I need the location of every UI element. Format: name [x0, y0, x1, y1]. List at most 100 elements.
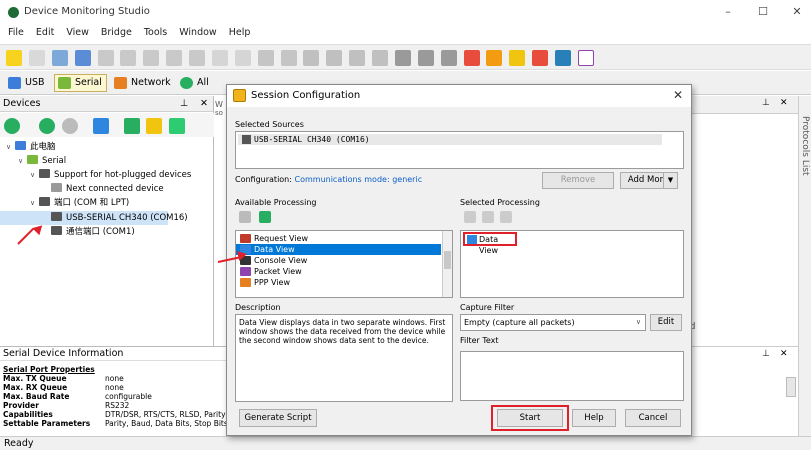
- tab-all[interactable]: All: [176, 74, 214, 92]
- device-add-icon[interactable]: [123, 118, 140, 134]
- processing-item[interactable]: Request View: [236, 233, 441, 244]
- maximize-button[interactable]: ☐: [752, 4, 774, 20]
- all-icon: [180, 77, 193, 89]
- processing-item[interactable]: Packet View: [236, 266, 441, 277]
- tab-serial[interactable]: Serial: [54, 74, 107, 92]
- tool-2-icon[interactable]: [280, 50, 297, 66]
- tree-item[interactable]: ∨ 此电脑: [0, 140, 56, 154]
- available-processing-list[interactable]: Request View Data View Console View Packet …: [235, 230, 453, 298]
- dialog-close-button[interactable]: ✕: [673, 88, 683, 102]
- tab-usb[interactable]: USB: [4, 74, 50, 92]
- add-device-icon[interactable]: [4, 118, 20, 134]
- copy-view-icon[interactable]: [211, 50, 228, 66]
- processing-item-icon: [240, 234, 251, 243]
- pin-icon[interactable]: ⊥: [180, 96, 188, 112]
- selected-sources-box: USB-SERIAL CH340 (COM16): [235, 131, 684, 169]
- capture-filter-select[interactable]: Empty (capture all packets) ∨: [460, 314, 646, 331]
- record-icon[interactable]: [394, 50, 411, 66]
- braces-icon[interactable]: [577, 50, 594, 66]
- copy-icon[interactable]: [120, 50, 137, 66]
- menu-edit[interactable]: Edit: [30, 24, 60, 42]
- tree-item[interactable]: ∨ Support for hot-plugged devices: [0, 168, 191, 182]
- configure-icon[interactable]: [239, 211, 251, 223]
- monitor-icon[interactable]: [532, 50, 549, 66]
- tree-item-label: Next connected device: [66, 184, 164, 194]
- print-icon[interactable]: [74, 50, 91, 66]
- open-file-icon[interactable]: [28, 50, 45, 66]
- view-2-icon[interactable]: [326, 50, 343, 66]
- paste-icon[interactable]: [143, 50, 160, 66]
- tree-item[interactable]: Next connected device: [0, 182, 164, 196]
- new-file-icon[interactable]: [6, 50, 22, 66]
- tool-icon[interactable]: [257, 50, 274, 66]
- settings-icon[interactable]: [464, 211, 476, 223]
- menu-file[interactable]: File: [2, 24, 30, 42]
- panel-close-icon[interactable]: ✕: [200, 96, 208, 112]
- help-button[interactable]: Help: [572, 409, 616, 427]
- add-more-dropdown-icon[interactable]: ▼: [663, 172, 678, 189]
- device-icon: [27, 155, 38, 164]
- right-pin-icon[interactable]: ⊥: [762, 98, 770, 108]
- tree-item[interactable]: USB-SERIAL CH340 (COM16): [0, 211, 188, 225]
- view-3-icon[interactable]: [349, 50, 366, 66]
- stop-icon[interactable]: [61, 118, 78, 134]
- edit-filter-button[interactable]: Edit: [650, 314, 682, 331]
- cut-icon[interactable]: [97, 50, 114, 66]
- view-4-icon[interactable]: [372, 50, 388, 66]
- expand-chevron-icon[interactable]: ∨: [30, 196, 39, 210]
- add-arrow-icon[interactable]: [259, 211, 271, 223]
- selected-processing-item[interactable]: Data View: [463, 232, 517, 255]
- menu-view[interactable]: View: [60, 24, 95, 42]
- configuration-link[interactable]: Communications mode: generic: [295, 175, 423, 184]
- filter-text-box[interactable]: [460, 351, 684, 401]
- menu-help[interactable]: Help: [223, 24, 257, 42]
- protocols-list-tab[interactable]: Protocols List: [798, 96, 811, 436]
- tree-item[interactable]: ∨ 端口 (COM 和 LPT): [0, 196, 129, 210]
- selected-source-item[interactable]: USB-SERIAL CH340 (COM16): [238, 134, 662, 145]
- minimize-button[interactable]: –: [717, 4, 739, 20]
- close-button[interactable]: ✕: [786, 4, 808, 20]
- expand-chevron-icon[interactable]: ∨: [6, 140, 15, 154]
- info-value: RS232: [105, 401, 130, 410]
- session-icon[interactable]: [509, 50, 526, 66]
- expand-chevron-icon[interactable]: ∨: [18, 154, 27, 168]
- remove-arrow-icon[interactable]: [500, 211, 512, 223]
- tree-item[interactable]: 通信端口 (COM1): [0, 225, 135, 239]
- find-icon[interactable]: [166, 50, 183, 66]
- list-scrollbar[interactable]: [442, 231, 452, 297]
- remove-button[interactable]: Remove: [542, 172, 614, 189]
- processing-item[interactable]: PPP View: [236, 277, 441, 288]
- start-icon[interactable]: [38, 118, 55, 134]
- paste-view-icon[interactable]: [234, 50, 251, 66]
- expand-chevron-icon[interactable]: ∨: [30, 168, 39, 182]
- cancel-button[interactable]: Cancel: [625, 409, 681, 427]
- info-value: DTR/DSR, RTS/CTS, RLSD, Parity: [105, 410, 226, 419]
- menu-bridge[interactable]: Bridge: [95, 24, 138, 42]
- device-edit-icon[interactable]: [146, 118, 163, 134]
- menu-window[interactable]: Window: [173, 24, 222, 42]
- wizard-icon[interactable]: [486, 50, 503, 66]
- processing-item[interactable]: Console View: [236, 255, 441, 266]
- generate-script-button[interactable]: Generate Script: [239, 409, 317, 427]
- session-config-icon[interactable]: [92, 118, 109, 134]
- window-icon[interactable]: [555, 50, 571, 66]
- stop-icon[interactable]: [417, 50, 434, 66]
- menu-tools[interactable]: Tools: [138, 24, 173, 42]
- settings-icon[interactable]: [463, 50, 480, 66]
- save-icon[interactable]: [51, 50, 68, 66]
- processing-item[interactable]: Data View: [236, 244, 441, 255]
- lower-pin-icon[interactable]: ⊥: [762, 349, 770, 359]
- start-button[interactable]: Start: [497, 409, 563, 427]
- scrollbar-thumb[interactable]: [444, 251, 451, 269]
- pause-icon[interactable]: [440, 50, 457, 66]
- view-icon[interactable]: [303, 50, 320, 66]
- replace-icon[interactable]: [189, 50, 205, 66]
- scrollbar[interactable]: [786, 377, 796, 397]
- selected-processing-list[interactable]: Data View: [460, 230, 684, 298]
- right-close-icon[interactable]: ✕: [780, 98, 788, 108]
- tree-item[interactable]: ∨ Serial: [0, 154, 66, 168]
- tab-network[interactable]: Network: [110, 74, 176, 92]
- lower-close-icon[interactable]: ✕: [780, 349, 788, 359]
- save-icon[interactable]: [482, 211, 494, 223]
- refresh-icon[interactable]: [169, 118, 186, 134]
